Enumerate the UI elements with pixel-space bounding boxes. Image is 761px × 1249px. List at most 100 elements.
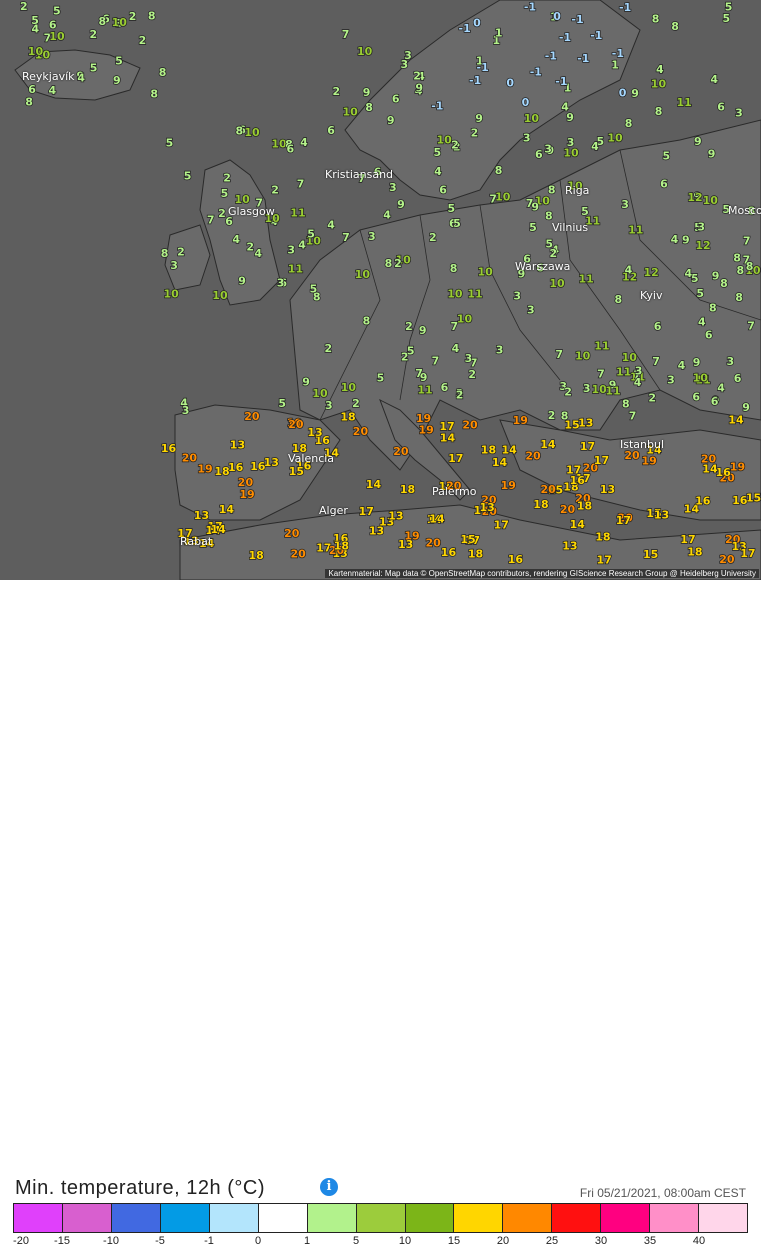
station-reading: 11 xyxy=(677,96,692,109)
station-reading: -1 xyxy=(571,13,583,26)
station-reading: 4 xyxy=(383,208,391,221)
station-reading: 16 xyxy=(508,553,524,566)
city-label: Kristiansand xyxy=(325,168,394,181)
station-reading: 4 xyxy=(710,73,718,86)
station-reading: 10 xyxy=(244,126,260,139)
station-reading: 13 xyxy=(480,501,495,514)
station-reading: 18 xyxy=(468,547,483,560)
station-reading: 8 xyxy=(625,117,633,130)
city-label: Alger xyxy=(319,504,348,517)
station-reading: 11 xyxy=(467,287,482,300)
station-reading: 7 xyxy=(297,178,305,191)
station-reading: 5 xyxy=(31,14,39,27)
station-reading: 3 xyxy=(727,355,735,368)
station-reading: 5 xyxy=(310,283,318,296)
station-reading: 8 xyxy=(615,293,623,306)
station-reading: 10 xyxy=(343,106,359,119)
station-reading: 13 xyxy=(578,417,593,430)
station-reading: 2 xyxy=(271,184,279,197)
station-reading: 3 xyxy=(544,143,552,156)
station-reading: 13 xyxy=(398,538,413,551)
station-reading: 8 xyxy=(709,301,717,314)
station-reading: 8 xyxy=(25,95,33,108)
station-reading: 14 xyxy=(429,512,445,525)
color-scale-tick: 20 xyxy=(496,1235,510,1247)
station-reading: 2 xyxy=(564,386,572,399)
station-reading: 5 xyxy=(115,54,123,67)
station-reading: 10 xyxy=(524,112,540,125)
station-reading: 6 xyxy=(287,143,295,156)
station-reading: 6 xyxy=(692,391,700,404)
station-reading: 8 xyxy=(720,277,728,290)
station-reading: 2 xyxy=(177,245,185,258)
station-reading: 0 xyxy=(619,87,627,100)
station-reading: 14 xyxy=(728,414,744,427)
city-label: Moscow xyxy=(728,204,761,217)
station-reading: 8 xyxy=(236,125,244,138)
station-reading: 5 xyxy=(221,187,229,200)
station-reading: 4 xyxy=(671,233,679,246)
station-reading: 13 xyxy=(562,539,577,552)
station-reading: 8 xyxy=(148,9,156,22)
station-reading: 18 xyxy=(334,539,349,552)
legend-timestamp: Fri 05/21/2021, 08:00am CEST xyxy=(579,1186,746,1200)
station-reading: 5 xyxy=(663,150,671,163)
station-reading: 3 xyxy=(567,136,575,149)
station-reading: 4 xyxy=(452,342,460,355)
color-scale-cell xyxy=(552,1204,602,1232)
station-reading: 6 xyxy=(711,395,719,408)
station-reading: 3 xyxy=(513,290,521,303)
station-reading: 10 xyxy=(622,351,638,364)
station-reading: 2 xyxy=(429,231,437,244)
station-reading: 15 xyxy=(460,533,475,546)
info-icon[interactable]: i xyxy=(320,1178,338,1196)
station-reading: 2 xyxy=(468,368,476,381)
color-scale-cell xyxy=(14,1204,63,1232)
station-reading: 1 xyxy=(611,58,619,71)
color-scale-tick: 15 xyxy=(447,1235,461,1247)
station-reading: 5 xyxy=(529,221,537,234)
station-reading: 13 xyxy=(230,439,245,452)
station-reading: 3 xyxy=(735,106,743,119)
station-reading: 11 xyxy=(579,272,594,285)
station-reading: 10 xyxy=(478,265,494,278)
station-reading: 7 xyxy=(743,235,751,248)
map-view[interactable]: 2 9 4 20 19 10 19 17 3 9 13 4 8 2 20 11 3 19 16 7 9 4 6 17 -1 18 8… xyxy=(0,0,761,580)
station-reading: 16 xyxy=(441,546,457,559)
station-reading: 8 xyxy=(671,20,679,33)
station-reading: 18 xyxy=(249,549,264,562)
station-reading: 3 xyxy=(465,352,473,365)
color-scale-cell xyxy=(601,1204,651,1232)
station-reading: 5 xyxy=(377,371,385,384)
color-scale-tick: 5 xyxy=(352,1235,360,1247)
station-reading: 8 xyxy=(385,257,393,270)
station-reading: 7 xyxy=(747,319,755,332)
station-reading: 3 xyxy=(523,131,531,144)
station-reading: 7 xyxy=(555,348,563,361)
station-reading: 18 xyxy=(533,498,548,511)
city-label: Valencia xyxy=(288,452,335,465)
station-reading: 8 xyxy=(735,291,743,304)
legend-title: Min. temperature, 12h (°C) xyxy=(15,1177,265,1199)
city-label: Reykjavík xyxy=(22,70,75,83)
station-reading: -1 xyxy=(477,61,489,74)
city-label: Palermo xyxy=(432,485,477,498)
station-reading: 18 xyxy=(481,444,496,457)
station-reading: 4 xyxy=(698,316,706,329)
station-reading: 9 xyxy=(682,234,690,247)
station-reading: 2 xyxy=(648,392,656,405)
color-scale-cell xyxy=(307,1204,357,1232)
station-reading: -1 xyxy=(555,75,567,88)
station-reading: 9 xyxy=(363,86,371,99)
station-reading: 9 xyxy=(566,111,574,124)
color-scale-tick: 10 xyxy=(398,1235,412,1247)
station-reading: 5 xyxy=(725,0,733,13)
station-reading: 5 xyxy=(166,137,174,150)
station-reading: 15 xyxy=(643,548,658,561)
city-label: Riga xyxy=(565,184,590,197)
station-reading: 20 xyxy=(719,553,735,566)
map-attribution[interactable]: Kartenmaterial: Map data © OpenStreetMap… xyxy=(325,569,759,578)
city-label: Vilnius xyxy=(552,221,589,234)
station-reading: -1 xyxy=(459,22,471,35)
station-reading: 5 xyxy=(53,5,61,18)
